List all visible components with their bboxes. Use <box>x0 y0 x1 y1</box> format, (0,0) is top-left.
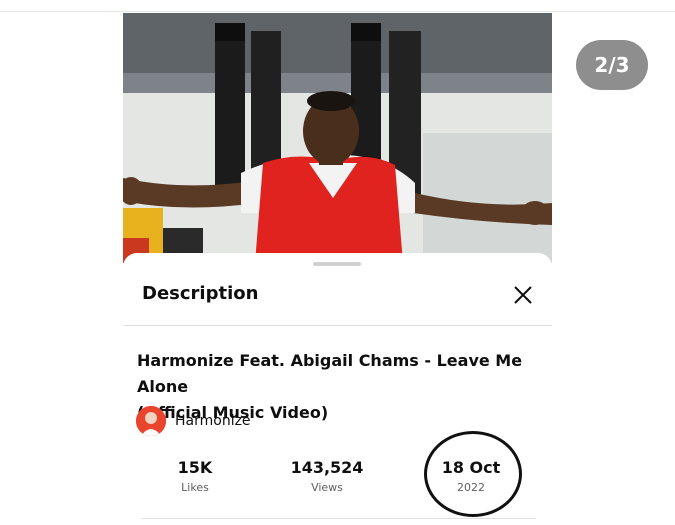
channel-row[interactable]: Harmonize <box>136 406 251 436</box>
upload-date-year: 2022 <box>457 481 485 494</box>
avatar-image <box>136 406 166 436</box>
description-sheet: Description Harmonize Feat. Abigail Cham… <box>123 253 552 525</box>
page-counter-text: 2/3 <box>594 53 630 77</box>
stats-divider <box>141 518 536 519</box>
channel-name[interactable]: Harmonize <box>175 413 251 429</box>
video-frame-image <box>123 13 552 263</box>
likes-stat: 15K Likes <box>165 458 225 494</box>
views-label: Views <box>311 481 343 494</box>
views-stat: 143,524 Views <box>283 458 371 494</box>
video-title-line-1: Harmonize Feat. Abigail Chams - Leave Me… <box>137 351 523 396</box>
close-icon <box>514 286 532 304</box>
likes-count: 15K <box>177 458 213 477</box>
channel-avatar[interactable] <box>136 406 166 436</box>
page-counter-badge: 2/3 <box>576 40 648 90</box>
top-divider <box>0 11 675 12</box>
header-divider <box>123 325 552 326</box>
views-count: 143,524 <box>290 458 364 477</box>
upload-date-day: 18 Oct <box>441 458 501 477</box>
sheet-title: Description <box>142 283 259 304</box>
close-button[interactable] <box>509 281 537 309</box>
upload-date-stat: 18 Oct 2022 <box>433 458 509 494</box>
likes-label: Likes <box>181 481 209 494</box>
drag-handle[interactable] <box>313 262 361 266</box>
video-thumbnail[interactable] <box>123 13 552 263</box>
